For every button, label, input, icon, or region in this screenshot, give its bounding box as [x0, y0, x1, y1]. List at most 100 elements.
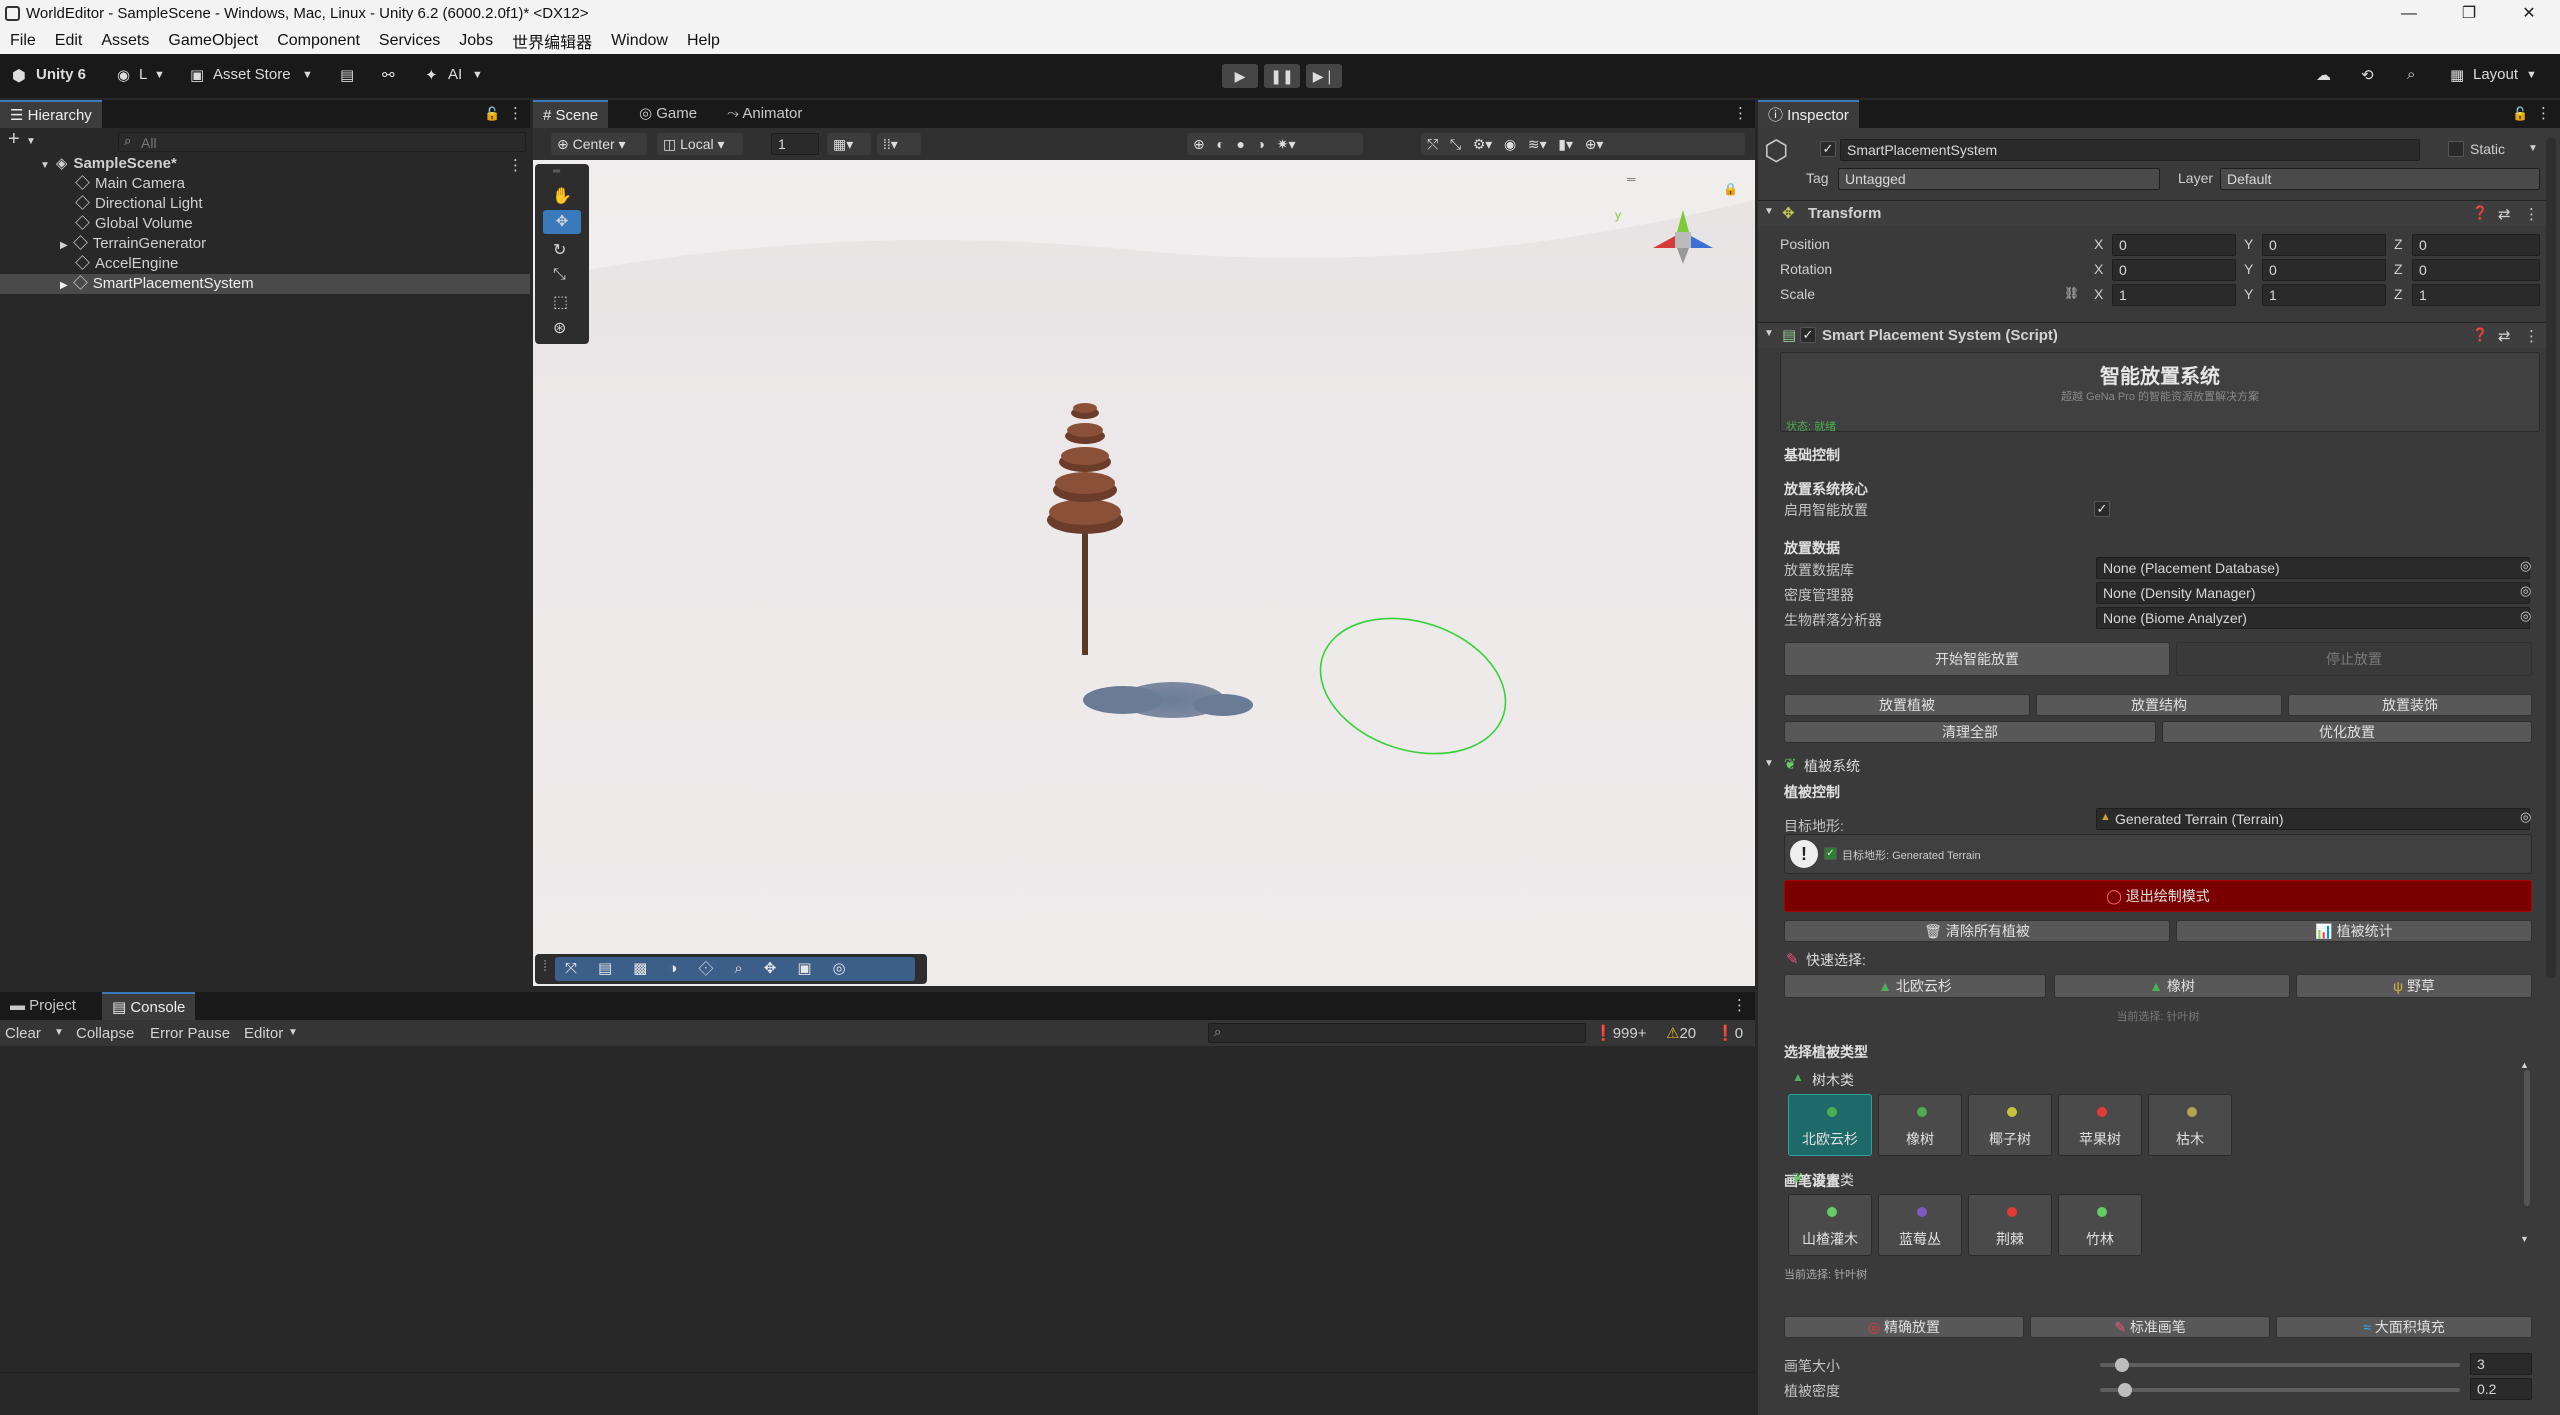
rotation-z-input[interactable]: 0 [2412, 259, 2540, 281]
expand-arrow-icon[interactable]: ▶ [60, 280, 68, 291]
menu-services[interactable]: Services [379, 32, 440, 50]
hierarchy-item-main-camera[interactable]: Main Camera [75, 174, 185, 194]
scene-viewport[interactable]: y 🔒 ═ [533, 160, 1755, 986]
history-icon[interactable]: ⟲ [2361, 66, 2374, 84]
shrub-tile-thorns[interactable]: 荆棘 [1968, 1194, 2052, 1256]
grid-snap-button[interactable]: ▦▾ [827, 133, 871, 155]
object-picker-icon[interactable]: ◎ [2520, 608, 2531, 624]
play-button[interactable]: ▶ [1222, 64, 1258, 88]
place-decorations-button[interactable]: 放置装饰 [2288, 694, 2532, 716]
warning-count[interactable]: ⚠20 [1666, 1024, 1696, 1042]
script-header[interactable]: ▼ ▤ ✓ Smart Placement System (Script) ❓ … [1758, 322, 2546, 348]
more-icon[interactable]: ⋮ [2536, 104, 2551, 122]
placement-db-field[interactable]: None (Placement Database) [2096, 557, 2530, 579]
active-checkbox[interactable]: ✓ [1820, 141, 1836, 157]
biome-analyzer-field[interactable]: None (Biome Analyzer) [2096, 607, 2530, 629]
quick-spruce-button[interactable]: ▲ 北欧云杉 [1784, 974, 2046, 998]
minimize-button[interactable]: — [2380, 0, 2438, 28]
chevron-down-icon[interactable]: ▼ [54, 1027, 64, 1038]
step-button[interactable]: ▶❘ [1306, 64, 1342, 88]
more-icon[interactable]: ⋮ [508, 104, 523, 122]
brush-size-slider[interactable] [2100, 1363, 2460, 1367]
menu-window[interactable]: Window [611, 32, 668, 50]
increment-snap-button[interactable]: ⁞⁞▾ [877, 133, 921, 155]
rotation-x-input[interactable]: 0 [2112, 259, 2236, 281]
lock-icon[interactable]: 🔓 [484, 106, 500, 122]
brush-standard-button[interactable]: ✎ 标准画笔 [2030, 1316, 2270, 1338]
package-icon[interactable]: ▤ [340, 66, 354, 84]
console-error-pause-button[interactable]: Error Pause [150, 1025, 230, 1042]
shading-mode-group[interactable]: ⊕ ◐ ● ◑ ✷▾ [1187, 133, 1363, 155]
clear-vegetation-button[interactable]: 🗑 清除所有植被 [1784, 920, 2170, 942]
help-icon[interactable]: ❓ [2472, 327, 2488, 343]
more-icon[interactable]: ⋮ [508, 156, 523, 174]
transform-tool-icon[interactable]: ⊛ [553, 318, 566, 338]
hierarchy-item-directional-light[interactable]: Directional Light [75, 194, 203, 214]
enable-placement-checkbox[interactable]: ✓ [2094, 501, 2110, 517]
object-picker-icon[interactable]: ◎ [2520, 809, 2531, 825]
position-z-input[interactable]: 0 [2412, 234, 2540, 256]
hand-tool-icon[interactable]: ✋ [552, 186, 572, 206]
script-enabled-checkbox[interactable]: ✓ [1800, 327, 1816, 343]
more-icon[interactable]: ⋮ [2524, 327, 2539, 345]
more-icon[interactable]: ⋮ [2524, 205, 2539, 223]
quick-grass-button[interactable]: ψ 野草 [2296, 974, 2532, 998]
tree-tile-dead-wood[interactable]: 枯木 [2148, 1094, 2232, 1156]
asset-store-button[interactable]: Asset Store [213, 66, 291, 83]
more-icon[interactable]: ⋮ [1733, 104, 1748, 122]
brush-precise-button[interactable]: ◎ 精确放置 [1784, 1316, 2024, 1338]
density-input[interactable]: 0.2 [2470, 1378, 2532, 1400]
rotation-y-input[interactable]: 0 [2262, 259, 2386, 281]
menu-edit[interactable]: Edit [55, 32, 83, 50]
expand-arrow-icon[interactable]: ▼ [1764, 328, 1774, 339]
rotate-tool-icon[interactable]: ↻ [553, 240, 566, 260]
tab-hierarchy[interactable]: ☰ Hierarchy [0, 100, 102, 128]
more-icon[interactable]: ⋮ [1732, 996, 1747, 1014]
search-icon[interactable]: ⌕ [2407, 66, 2415, 83]
menu-gameobject[interactable]: GameObject [168, 32, 258, 50]
density-manager-field[interactable]: None (Density Manager) [2096, 582, 2530, 604]
quick-oak-button[interactable]: ▲ 橡树 [2054, 974, 2290, 998]
menu-world-editor[interactable]: 世界编辑器 [512, 29, 592, 53]
cloud-icon[interactable]: ☁ [2316, 66, 2331, 84]
hierarchy-item-accel-engine[interactable]: AccelEngine [75, 254, 178, 274]
position-x-input[interactable]: 0 [2112, 234, 2236, 256]
maximize-button[interactable]: ❐ [2440, 0, 2498, 28]
menu-component[interactable]: Component [277, 32, 360, 50]
scale-tool-icon[interactable]: ⤡ [553, 266, 566, 284]
lock-icon[interactable]: 🔒 [1723, 182, 1738, 196]
clear-all-button[interactable]: 清理全部 [1784, 721, 2156, 743]
layer-dropdown[interactable]: Default [2220, 168, 2540, 190]
hierarchy-item-global-volume[interactable]: Global Volume [75, 214, 193, 234]
menu-icon[interactable]: ═ [1627, 172, 1636, 186]
help-icon[interactable]: ❓ [2472, 205, 2488, 221]
expand-arrow-icon[interactable]: ▼ [40, 160, 50, 171]
transform-header[interactable]: ▼ ✥ Transform ❓ ⇄ ⋮ [1758, 200, 2546, 226]
optimize-placement-button[interactable]: 优化放置 [2162, 721, 2532, 743]
console-editor-dropdown[interactable]: Editor [244, 1025, 283, 1042]
vegetation-stats-button[interactable]: 📊 植被统计 [2176, 920, 2532, 942]
menu-assets[interactable]: Assets [101, 32, 149, 50]
expand-arrow-icon[interactable]: ▶ [60, 240, 68, 251]
place-vegetation-button[interactable]: 放置植被 [1784, 694, 2030, 716]
overlay-tools[interactable]: ⤧▤▩◑⟐⌕✥▣◎ [555, 957, 915, 981]
tab-animator[interactable]: ⤳ Animator [717, 100, 812, 128]
hierarchy-scene-row[interactable]: ▼ ◈ SampleScene* [40, 154, 177, 174]
constrain-proportions-icon[interactable]: ⛓ [2064, 286, 2079, 300]
preset-icon[interactable]: ⇄ [2498, 205, 2511, 223]
move-tool-icon[interactable]: ✥ [543, 210, 581, 234]
shrub-tile-bamboo[interactable]: 竹林 [2058, 1194, 2142, 1256]
tab-game[interactable]: ◎ Game [629, 100, 707, 128]
hierarchy-item-terrain-generator[interactable]: ▶ TerrainGenerator [60, 234, 206, 254]
rect-tool-icon[interactable]: ⬚ [553, 292, 568, 312]
tab-console[interactable]: ▤ Console [102, 992, 196, 1020]
scroll-up-icon[interactable]: ▲ [2520, 1060, 2529, 1070]
account-button[interactable]: L [139, 66, 147, 83]
tab-scene[interactable]: # Scene [533, 100, 609, 128]
expand-arrow-icon[interactable]: ▼ [1764, 758, 1774, 769]
scale-z-input[interactable]: 1 [2412, 284, 2540, 306]
menu-help[interactable]: Help [687, 32, 720, 50]
scene-view-options[interactable]: ⤲ ⤡ ⚙▾ ◉ ≋▾ ▮▾ ⊕▾ [1421, 133, 1745, 155]
grid-size-input[interactable]: 1 [771, 133, 819, 155]
overlay-grip-icon[interactable]: ⁞ [543, 958, 547, 975]
